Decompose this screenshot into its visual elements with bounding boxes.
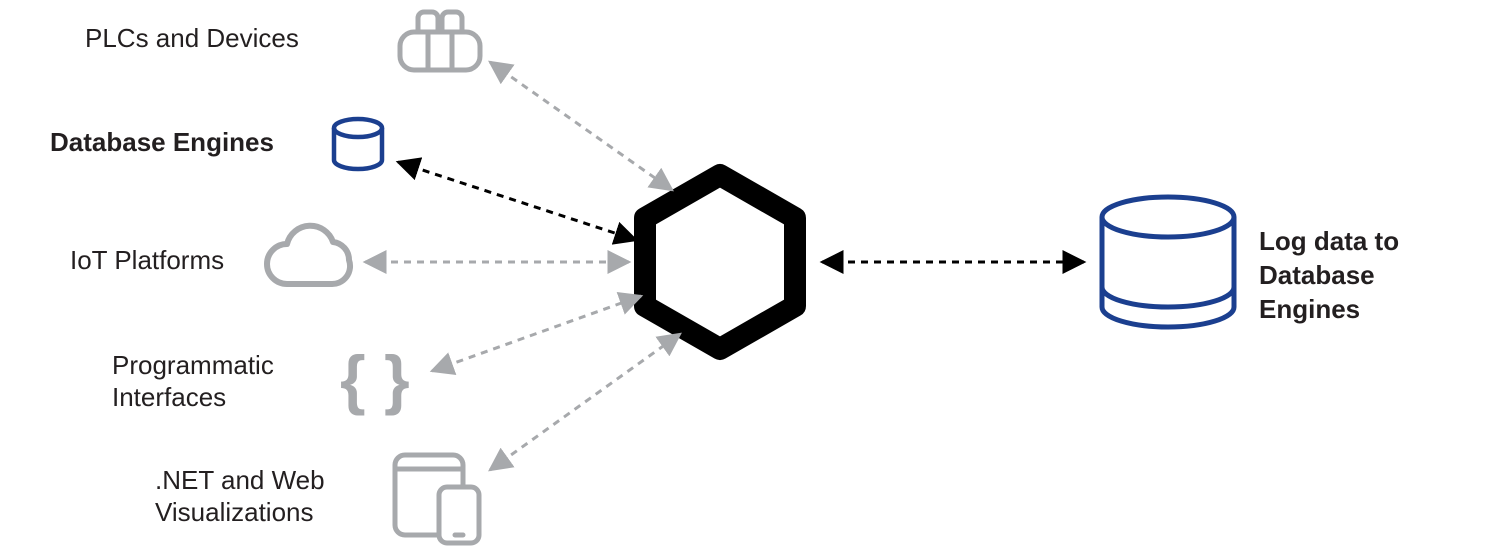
database-cylinder-icon	[334, 119, 382, 169]
log-database-label-2: Database	[1259, 260, 1375, 290]
connector-programmatic	[432, 296, 641, 371]
center-hexagon-icon	[645, 175, 795, 349]
connector-database-engines	[398, 162, 636, 240]
node-programmatic-interfaces: Programmatic Interfaces { }	[112, 342, 410, 416]
plcs-devices-icon	[400, 12, 480, 70]
dotnet-web-label-1: .NET and Web	[155, 465, 325, 495]
plcs-devices-label: PLCs and Devices	[85, 23, 299, 53]
node-plcs-devices: PLCs and Devices	[85, 12, 480, 70]
large-database-cylinder-icon	[1102, 197, 1234, 327]
connector-dotnet	[490, 334, 680, 470]
node-database-engines: Database Engines	[50, 119, 382, 169]
node-iot-platforms: IoT Platforms	[70, 226, 350, 284]
iot-platforms-label: IoT Platforms	[70, 245, 224, 275]
programmatic-interfaces-label-1: Programmatic	[112, 350, 274, 380]
devices-icon	[395, 455, 479, 543]
log-database-label-1: Log data to	[1259, 226, 1399, 256]
cloud-icon	[267, 226, 350, 284]
dotnet-web-label-2: Visualizations	[155, 497, 314, 527]
architecture-diagram: PLCs and Devices Database Engines IoT Pl…	[0, 0, 1500, 554]
connector-plcs	[490, 62, 672, 190]
database-engines-label: Database Engines	[50, 127, 274, 157]
node-dotnet-web: .NET and Web Visualizations	[155, 455, 479, 543]
programmatic-interfaces-label-2: Interfaces	[112, 382, 226, 412]
node-log-database: Log data to Database Engines	[1102, 197, 1399, 327]
log-database-label-3: Engines	[1259, 294, 1360, 324]
braces-icon: { }	[340, 342, 410, 416]
